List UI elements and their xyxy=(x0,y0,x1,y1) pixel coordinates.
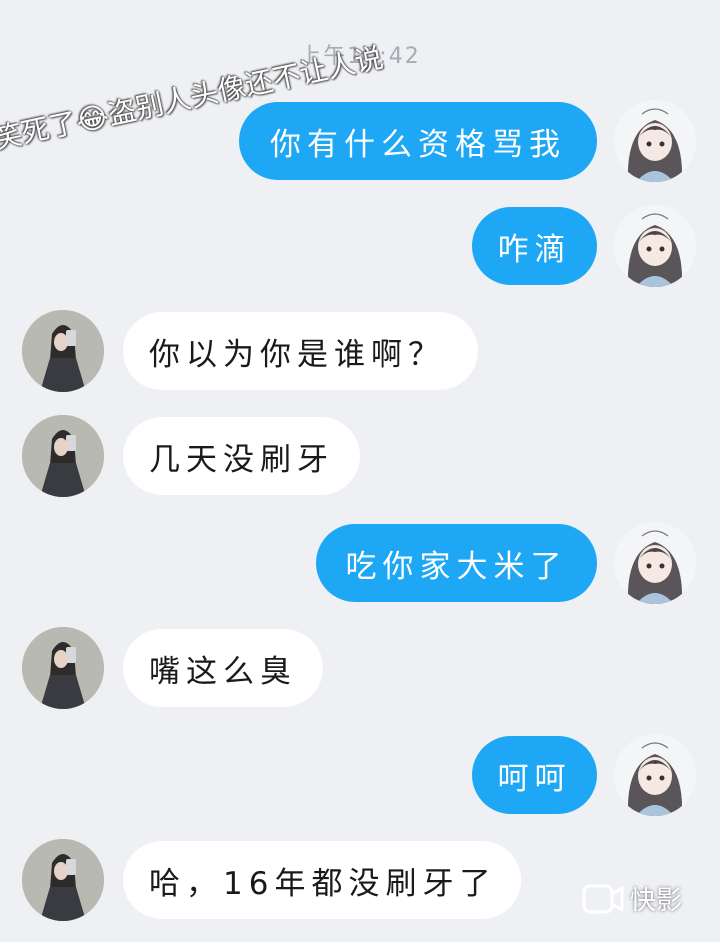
sent-bubble[interactable]: 吃你家大米了 xyxy=(316,524,597,602)
watermark-label: 快影 xyxy=(630,886,683,916)
message-row: 你以为你是谁啊？ xyxy=(0,310,720,392)
received-bubble[interactable]: 几天没刷牙 xyxy=(123,417,360,495)
avatar-self[interactable] xyxy=(614,100,696,182)
sent-bubble[interactable]: 你有什么资格骂我 xyxy=(239,102,597,180)
girl-avatar-icon xyxy=(614,100,696,182)
message-row: 吃你家大米了 xyxy=(0,522,720,604)
video-camera-icon xyxy=(582,884,624,913)
message-row: 嘴这么臭 xyxy=(0,627,720,709)
girl-avatar-icon xyxy=(614,522,696,604)
girl-avatar-icon xyxy=(614,734,696,816)
message-row: 几天没刷牙 xyxy=(0,415,720,497)
received-bubble[interactable]: 嘴这么臭 xyxy=(123,629,323,707)
girl-photo-avatar-icon xyxy=(22,310,104,392)
avatar-self[interactable] xyxy=(614,522,696,604)
avatar-other[interactable] xyxy=(22,310,104,392)
message-row: 咋滴 xyxy=(0,205,720,287)
sent-bubble[interactable]: 呵呵 xyxy=(472,736,597,814)
girl-photo-avatar-icon xyxy=(22,839,104,921)
avatar-other[interactable] xyxy=(22,839,104,921)
avatar-other[interactable] xyxy=(22,627,104,709)
received-bubble[interactable]: 哈，16年都没刷牙了 xyxy=(123,841,521,919)
girl-avatar-icon xyxy=(614,205,696,287)
received-bubble[interactable]: 你以为你是谁啊？ xyxy=(123,312,478,390)
sent-bubble[interactable]: 咋滴 xyxy=(472,207,597,285)
girl-photo-avatar-icon xyxy=(22,627,104,709)
kuaiying-watermark: 快影 xyxy=(582,880,682,917)
avatar-other[interactable] xyxy=(22,415,104,497)
avatar-self[interactable] xyxy=(614,734,696,816)
avatar-self[interactable] xyxy=(614,205,696,287)
girl-photo-avatar-icon xyxy=(22,415,104,497)
message-row: 呵呵 xyxy=(0,734,720,816)
